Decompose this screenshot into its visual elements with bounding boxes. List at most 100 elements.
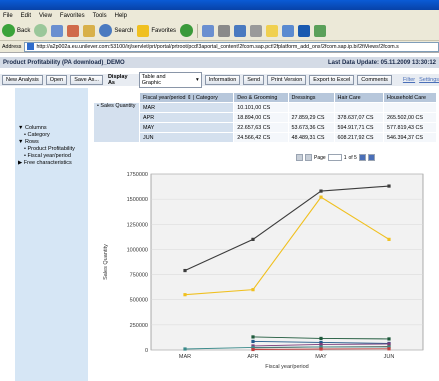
bullet-icon: • [24,132,26,138]
address-url: http://a2p002a.eu.unilever.com:53100/irj… [36,43,399,50]
table-cell: 594.917,71 CS [333,122,385,133]
information-button[interactable]: Information [204,75,241,85]
export-button[interactable]: Export to Excel [309,75,355,85]
research-icon[interactable] [314,24,327,37]
toolbar-divider [197,23,199,38]
column-header[interactable]: Hair Care [333,92,385,103]
data-point [251,335,255,339]
data-point [387,347,391,351]
refresh-icon[interactable] [51,24,64,37]
navigation-panel: ▼ Columns • Category ▼ Rows • Product Pr… [15,88,88,381]
table-cell: 22.657,63 CS [233,122,289,133]
data-point [387,184,391,188]
folder-icon[interactable] [266,24,279,37]
table-cell: 265.502,00 CS [383,112,437,123]
row-header[interactable]: MAY [138,122,235,133]
forward-arrow-icon[interactable] [34,24,48,37]
discuss-icon[interactable] [250,24,263,37]
nav-free-characteristics[interactable]: ▶ Free characteristics [15,160,88,166]
column-header[interactable]: Dressings [287,92,335,103]
history-icon[interactable] [180,24,194,37]
save-as-button[interactable]: Save As... [70,75,103,85]
table-cell: 546.394,37 CS [383,132,437,143]
address-label: Address [2,43,22,50]
row-header[interactable]: MAR [138,102,235,113]
data-point [251,288,255,292]
app-toolbar: New Analysis Open Save As... Display As … [0,72,439,88]
nav-fiscal-year-period[interactable]: • Fiscal year/period [15,153,88,159]
open-button[interactable]: Open [45,75,68,85]
previous-page-icon[interactable] [305,154,312,161]
y-tick-label: 1250000 [127,222,148,228]
menu-edit[interactable]: Edit [21,13,31,19]
table-cell: 53.673,36 CS [287,122,335,133]
back-button[interactable]: Back [2,24,30,37]
data-point [319,195,323,199]
menu-file[interactable]: File [3,13,13,19]
home-icon[interactable] [83,24,96,37]
y-tick-label: 250000 [130,323,148,329]
menu-favorites[interactable]: Favorites [60,13,85,19]
column-header[interactable]: Household Care [383,92,437,103]
data-point [319,336,323,341]
y-tick-label: 0 [145,348,148,354]
column-header[interactable]: Deo & Grooming [233,92,289,103]
stop-icon[interactable] [67,24,80,37]
display-as-select[interactable]: Table and Graphic ▾ [138,72,202,88]
data-point [319,189,323,193]
page-total: of 5 [348,154,357,161]
y-tick-label: 1500000 [127,197,148,203]
comments-button[interactable]: Comments [357,75,392,85]
filter-link[interactable]: Filter [403,77,415,83]
sales-line-chart: 0 250000 500000 750000 1000000 1250000 1500000… [103,172,424,370]
x-tick-label: APR [247,354,258,360]
row-header[interactable]: JUN [138,132,235,143]
table-corner-header[interactable]: Fiscal year/period ⇕ | Category [138,92,235,103]
nav-rows[interactable]: ▼ Rows [15,139,88,145]
table-cell: 378.637,07 CS [333,112,385,123]
display-as-value: Table and Graphic [141,74,166,86]
page-input[interactable] [327,154,342,161]
table-cell: 18.894,00 CS [233,112,289,123]
messenger-icon[interactable] [282,24,295,37]
data-point [387,337,391,341]
nav-product-profitability[interactable]: • Product Profitability [15,146,88,152]
table-cell [287,102,335,113]
data-point [183,347,187,351]
print-version-button[interactable]: Print Version [267,75,307,85]
table-cell: 24.566,42 CS [233,132,289,143]
address-input[interactable]: http://a2p002a.eu.unilever.com:53100/irj… [24,41,439,52]
data-point [251,237,255,241]
measure-header[interactable]: • Sales Quantity [93,102,140,143]
settings-link[interactable]: Settings [419,77,439,83]
table-cell: 27.859,29 CS [287,112,335,123]
table-row: APR 18.894,00 CS 27.859,29 CS 378.637,07… [94,112,437,123]
search-button[interactable]: Search [99,24,133,37]
last-page-icon[interactable] [367,154,375,161]
menu-tools[interactable]: Tools [93,13,107,19]
edit-icon[interactable] [234,24,247,37]
nav-category[interactable]: • Category [15,132,88,138]
favorites-button[interactable]: Favorites [137,24,176,37]
y-tick-label: 750000 [130,273,148,279]
window-titlebar [0,0,439,10]
print-icon[interactable] [218,24,231,37]
next-page-icon[interactable] [358,154,366,161]
menu-view[interactable]: View [39,13,52,19]
display-as-label: Display As [107,74,128,86]
nav-columns[interactable]: ▼ Columns [15,125,88,131]
new-analysis-button[interactable]: New Analysis [2,75,43,85]
send-button[interactable]: Send [243,75,265,85]
table-row: JUN 24.566,42 CS 48.489,31 CS 608.217,92… [94,132,437,143]
first-page-icon[interactable] [296,154,303,161]
row-header[interactable]: APR [138,112,235,123]
menu-help[interactable]: Help [115,13,127,19]
results-table: Fiscal year/period ⇕ | Category Deo & Gr… [93,92,437,143]
table-cell: 10.101,00 CS [233,102,289,113]
mail-icon[interactable] [202,24,215,37]
star-icon [137,24,150,37]
chevron-down-icon: ▾ [195,77,199,83]
table-cell: 577.819,43 CS [383,122,437,133]
chart-container: 0 250000 500000 750000 1000000 1250000 1500000… [93,166,437,378]
bluetooth-icon[interactable] [298,24,311,37]
